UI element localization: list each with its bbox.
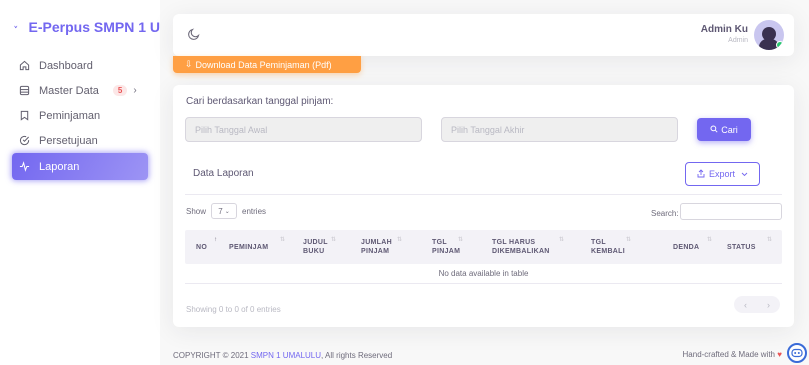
sidebar-item-persetujuan[interactable]: Persetujuan [12, 128, 148, 153]
sidebar-nav: Dashboard Master Data 5 › Peminjaman Per… [0, 53, 160, 180]
activity-icon [18, 161, 30, 173]
top-navbar: Admin Ku Admin [173, 14, 794, 56]
column-header[interactable]: TGL PINJAM ⇅ [432, 230, 468, 264]
pagination: ‹ › [734, 296, 780, 313]
chevron-right-icon: › [133, 85, 137, 96]
export-button[interactable]: Export [685, 162, 760, 186]
end-date-placeholder: Pilih Tanggal Akhir [451, 124, 525, 135]
table-header: NO ↑ PEMINJAM ⇅ JUDUL BUKU ⇅ JUMLAH PINJAM ⇅… [185, 230, 782, 264]
copyright-suffix: , All rights Reserved [321, 351, 393, 360]
column-header[interactable]: STATUS ⇅ [727, 230, 772, 264]
column-header[interactable]: JUMLAH PINJAM ⇅ [361, 230, 407, 264]
brand[interactable]: E-Perpus SMPN 1 U [0, 0, 160, 54]
online-status-dot [776, 41, 784, 49]
column-header[interactable]: TGL HARUS DIKEMBALIKAN ⇅ [492, 230, 568, 264]
table-info: Showing 0 to 0 of 0 entries [186, 305, 281, 314]
count-badge: 5 [112, 85, 128, 96]
sidebar-item-label: Laporan [39, 160, 80, 173]
sort-icon: ⇅ [707, 237, 713, 243]
column-label: STATUS [727, 243, 756, 251]
search-button-label: Cari [721, 124, 738, 135]
chevron-down-icon [741, 169, 748, 179]
customizer-button[interactable] [787, 343, 807, 363]
column-label: PEMINJAM [229, 243, 269, 251]
sidebar-item-label: Dashboard [39, 59, 93, 72]
search-button[interactable]: Cari [697, 118, 751, 141]
sidebar-item-label: Peminjaman [39, 109, 101, 122]
bookmark-icon [18, 110, 30, 122]
divider [185, 283, 782, 284]
column-header[interactable]: DENDA ⇅ [673, 230, 712, 264]
show-label: Show [186, 206, 207, 216]
export-label: Export [708, 169, 735, 179]
sidebar-item-label: Master Data [39, 84, 99, 97]
entries-length: Show 7 ⌄ entries [186, 203, 266, 219]
column-label: TGL KEMBALI [591, 239, 625, 255]
sidebar: E-Perpus SMPN 1 U Dashboard Master Data … [0, 0, 160, 365]
heart-icon: ♥ [777, 350, 782, 359]
sort-icon: ⇅ [331, 237, 337, 243]
table-search-input[interactable] [680, 203, 782, 220]
column-header[interactable]: NO ↑ [196, 230, 217, 264]
column-header[interactable]: TGL KEMBALI ⇅ [591, 230, 635, 264]
sort-icon: ⇅ [767, 237, 773, 243]
sidebar-item-laporan[interactable]: Laporan [12, 153, 148, 180]
chevron-right-icon[interactable]: › [767, 300, 770, 310]
moon-icon[interactable] [187, 27, 201, 41]
filter-title: Cari berdasarkan tanggal pinjam: [186, 96, 334, 107]
home-icon [18, 60, 30, 72]
column-header[interactable]: PEMINJAM ⇅ [229, 230, 285, 264]
empty-table-message: No data available in table [438, 269, 529, 278]
report-card: Cari berdasarkan tanggal pinjam: Pilih T… [173, 85, 794, 327]
entries-select[interactable]: 7 ⌄ [211, 203, 238, 219]
sidebar-item-peminjaman[interactable]: Peminjaman [12, 103, 148, 128]
sort-icon: ⇅ [397, 237, 403, 243]
sort-icon: ↑ [214, 237, 218, 243]
share-icon [697, 168, 705, 180]
search-icon [710, 124, 718, 135]
column-label: TGL HARUS DIKEMBALIKAN [492, 239, 550, 255]
sort-icon: ⇅ [280, 237, 286, 243]
copyright-prefix: COPYRIGHT © 2021 [173, 351, 249, 360]
sidebar-item-master-data[interactable]: Master Data 5 › [12, 78, 148, 103]
sort-icon: ⇅ [626, 237, 632, 243]
section-title: Data Laporan [193, 168, 254, 179]
column-label: NO [196, 243, 208, 251]
credit-text: Hand-crafted & Made with [682, 350, 776, 359]
sidebar-item-dashboard[interactable]: Dashboard [12, 53, 148, 78]
sidebar-item-label: Persetujuan [39, 134, 98, 147]
end-date-input[interactable]: Pilih Tanggal Akhir [441, 117, 678, 142]
download-pdf-label: Download Data Peminjaman (Pdf) [195, 59, 332, 70]
user-dropdown[interactable]: Admin Ku Admin [701, 20, 784, 50]
user-role: Admin [728, 37, 748, 44]
bot-icon [791, 348, 803, 358]
check-circle-icon [18, 135, 30, 147]
divider [185, 194, 782, 195]
logo-icon [14, 25, 18, 29]
column-label: JUMLAH PINJAM [361, 239, 392, 255]
download-pdf-button[interactable]: ⇩ Download Data Peminjaman (Pdf) [173, 56, 361, 73]
sort-icon: ⇅ [559, 237, 565, 243]
user-name: Admin Ku [700, 24, 748, 35]
footer-credit: Hand-crafted & Made with ♥ [683, 350, 782, 359]
user-info: Admin Ku Admin [701, 24, 748, 46]
footer-copyright: COPYRIGHT © 2021 SMPN 1 UMALULU, All rig… [173, 351, 392, 360]
sort-icon: ⇅ [458, 237, 464, 243]
start-date-input[interactable]: Pilih Tanggal Awal [185, 117, 422, 142]
school-link[interactable]: SMPN 1 UMALULU [251, 351, 321, 360]
database-icon [18, 85, 30, 97]
column-label: TGL PINJAM [432, 239, 461, 255]
avatar[interactable] [754, 20, 784, 50]
chevron-left-icon[interactable]: ‹ [744, 300, 747, 310]
column-label: JUDUL BUKU [303, 239, 328, 255]
brand-name: E-Perpus SMPN 1 U [28, 19, 160, 35]
table-search-label: Search: [651, 209, 679, 218]
entries-label: entries [242, 206, 267, 216]
column-header[interactable]: JUDUL BUKU ⇅ [303, 230, 343, 264]
download-icon: ⇩ [185, 59, 193, 69]
chevron-down-icon: ⌄ [224, 208, 230, 215]
start-date-placeholder: Pilih Tanggal Awal [195, 124, 268, 135]
column-label: DENDA [673, 243, 700, 251]
entries-value: 7 [218, 206, 223, 216]
